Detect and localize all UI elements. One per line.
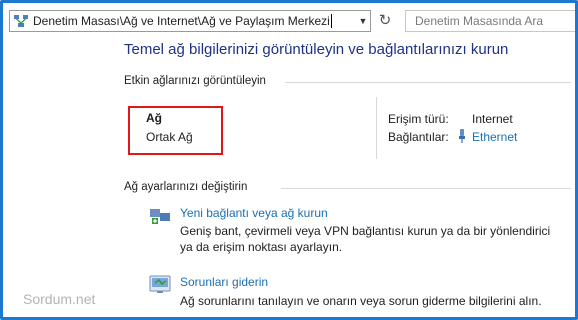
section-divider bbox=[285, 82, 571, 83]
watermark: Sordum.net bbox=[23, 291, 96, 307]
new-connection-link[interactable]: Yeni bağlantı veya ağ kurun bbox=[180, 206, 328, 220]
ethernet-icon bbox=[459, 129, 465, 143]
troubleshoot-link[interactable]: Sorunları giderin bbox=[180, 275, 268, 289]
section-divider bbox=[281, 188, 571, 189]
address-path[interactable]: Denetim Masası\Ağ ve Internet\Ağ ve Payl… bbox=[33, 14, 356, 29]
access-type-label: Erişim türü: bbox=[388, 112, 449, 126]
network-center-icon bbox=[14, 15, 28, 27]
troubleshoot-description: Ağ sorunlarını tanılayın ve onarın veya … bbox=[180, 294, 542, 308]
settings-heading: Ağ ayarlarınızı değiştirin bbox=[124, 181, 248, 193]
search-placeholder: Denetim Masasında Ara bbox=[415, 14, 544, 28]
active-networks-heading: Etkin ağlarınızı görüntüleyin bbox=[124, 75, 266, 87]
address-bar[interactable]: Denetim Masası\Ağ ve Internet\Ağ ve Payl… bbox=[9, 10, 371, 32]
page-title: Temel ağ bilgilerinizi görüntüleyin ve b… bbox=[124, 41, 509, 58]
connections-label: Bağlantılar: bbox=[388, 130, 449, 144]
refresh-icon[interactable]: ↻ bbox=[376, 10, 394, 30]
search-input[interactable]: Denetim Masasında Ara bbox=[405, 10, 575, 32]
troubleshoot-icon bbox=[149, 275, 171, 293]
window-frame: Denetim Masası\Ağ ve Internet\Ağ ve Payl… bbox=[0, 0, 578, 320]
new-connection-icon bbox=[150, 209, 170, 224]
access-type-value: Internet bbox=[472, 112, 513, 126]
ethernet-link[interactable]: Ethernet bbox=[472, 130, 517, 144]
vertical-divider bbox=[376, 97, 377, 159]
new-connection-description: Geniş bant, çevirmeli veya VPN bağlantıs… bbox=[180, 224, 551, 254]
network-profile[interactable]: Ortak Ağ bbox=[146, 130, 193, 144]
network-name: Ağ bbox=[146, 111, 162, 125]
chevron-down-icon[interactable]: ▼ bbox=[356, 11, 370, 31]
